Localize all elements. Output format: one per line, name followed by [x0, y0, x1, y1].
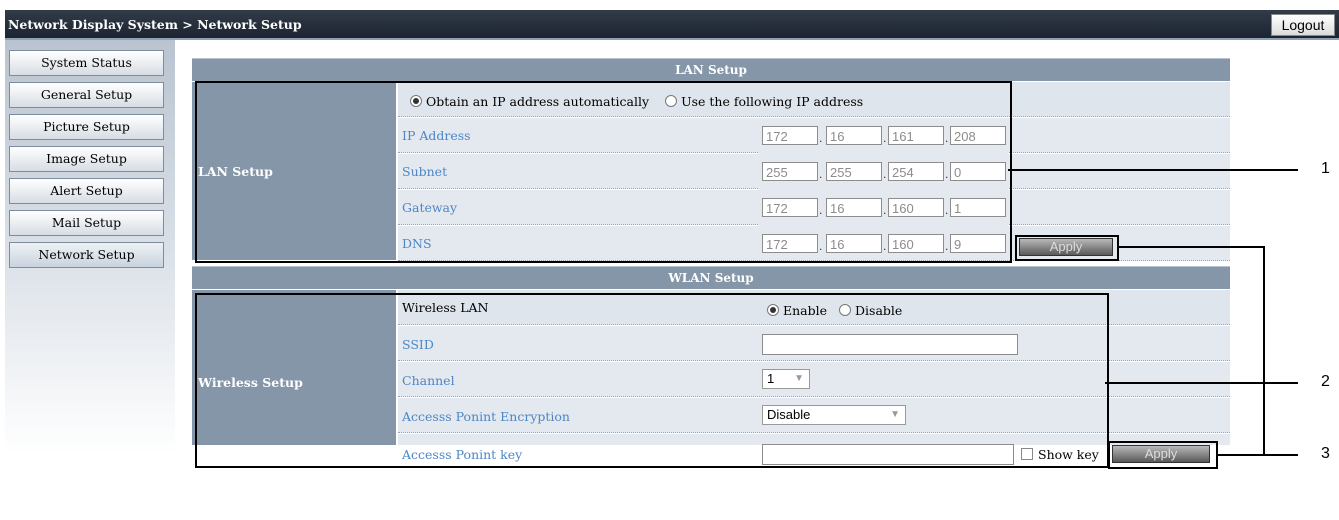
- callout-number-2: 2: [1321, 373, 1330, 390]
- sidebar-item-alert-setup[interactable]: Alert Setup: [9, 178, 164, 204]
- sidebar-item-general-setup[interactable]: General Setup: [9, 82, 164, 108]
- callout-frame-wlan: [195, 293, 1109, 468]
- sidebar-item-picture-setup[interactable]: Picture Setup: [9, 114, 164, 140]
- breadcrumb: Network Display System > Network Setup: [8, 17, 302, 32]
- sidebar-item-network-setup[interactable]: Network Setup: [9, 242, 164, 268]
- wlan-apply-button[interactable]: Apply: [1112, 445, 1210, 463]
- callout-line-3a: [1117, 246, 1265, 248]
- lan-section-header: LAN Setup: [192, 58, 1230, 81]
- wlan-section-header: WLAN Setup: [192, 266, 1230, 289]
- logout-button[interactable]: Logout: [1271, 14, 1335, 36]
- sidebar: System Status General Setup Picture Setu…: [5, 40, 175, 455]
- callout-number-3: 3: [1321, 445, 1330, 462]
- sidebar-item-system-status[interactable]: System Status: [9, 50, 164, 76]
- callout-line-1: [1008, 169, 1298, 171]
- callout-number-1: 1: [1321, 160, 1330, 177]
- callout-line-2: [1105, 382, 1298, 384]
- sidebar-item-mail-setup[interactable]: Mail Setup: [9, 210, 164, 236]
- sidebar-item-image-setup[interactable]: Image Setup: [9, 146, 164, 172]
- callout-frame-lan: [195, 81, 1012, 263]
- callout-line-3b: [1263, 246, 1265, 456]
- callout-line-3c: [1216, 454, 1298, 456]
- top-bar: Network Display System > Network Setup L…: [5, 10, 1339, 40]
- lan-apply-button[interactable]: Apply: [1019, 238, 1113, 256]
